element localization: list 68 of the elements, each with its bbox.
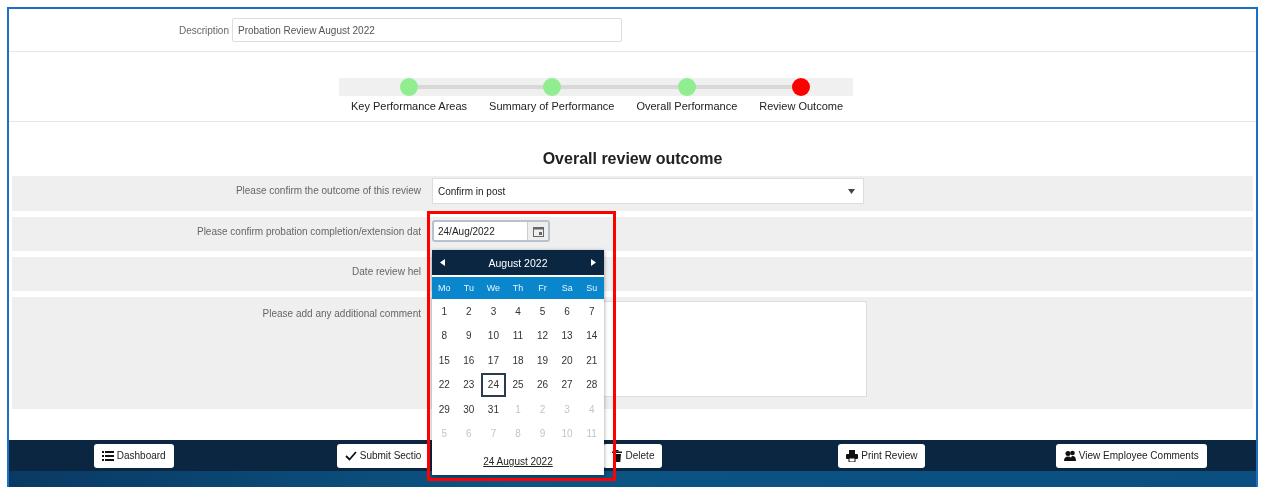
calendar-day[interactable]: 26 <box>530 372 555 397</box>
weekday-label: Mo <box>437 283 452 293</box>
calendar-day[interactable]: 9 <box>456 323 482 348</box>
users-icon <box>1063 449 1076 462</box>
calendar-day[interactable]: 10 <box>481 323 506 348</box>
action-button[interactable]: Submit Sectio <box>336 443 430 468</box>
step-label[interactable]: Review Outcome <box>759 100 844 112</box>
calendar-day[interactable]: 20 <box>554 348 580 373</box>
step-label[interactable]: Summary of Performance <box>489 100 615 112</box>
next-month-icon[interactable] <box>591 259 596 266</box>
calendar-day[interactable]: 1 <box>432 299 457 324</box>
printer-icon <box>846 449 859 462</box>
calendar-day[interactable]: 2 <box>456 299 482 324</box>
calendar-day[interactable]: 5 <box>530 299 555 324</box>
field-label: Please add any additional comment <box>261 307 422 319</box>
calendar-day[interactable]: 27 <box>554 372 580 397</box>
calendar-day[interactable]: 22 <box>432 372 457 397</box>
list-icon <box>101 449 114 462</box>
calendar-day[interactable]: 19 <box>530 348 555 373</box>
calendar-day[interactable]: 28 <box>579 372 604 397</box>
calendar-day[interactable]: 17 <box>481 348 506 373</box>
calendar-day[interactable]: 25 <box>505 372 531 397</box>
trash-icon <box>610 449 623 462</box>
calendar-day[interactable]: 15 <box>432 348 457 373</box>
month-title: August 2022 <box>488 256 548 269</box>
field-label: Description <box>177 24 230 36</box>
calendar-day[interactable]: 12 <box>530 323 555 348</box>
calendar-day[interactable]: 11 <box>505 323 531 348</box>
field-label: Please confirm probation completion/extension dat <box>195 225 422 237</box>
weekday-label: Fr <box>537 283 548 293</box>
step-label[interactable]: Overall Performance <box>636 100 738 112</box>
calendar-day[interactable]: 16 <box>456 348 482 373</box>
calendar-day[interactable]: 24 <box>481 372 506 397</box>
caret-icon <box>848 188 855 194</box>
calendar-day[interactable]: 30 <box>456 397 482 422</box>
action-button[interactable]: Print Review <box>838 443 926 468</box>
action-button[interactable]: Dashboard <box>93 443 174 468</box>
field-label: Date review hel <box>351 265 422 277</box>
section-heading: Overall review outcome <box>541 149 724 169</box>
weekday-label: Sa <box>560 283 574 293</box>
action-button[interactable]: Delete <box>602 443 663 468</box>
weekday-label: Su <box>585 283 599 293</box>
calendar-day[interactable]: 8 <box>432 323 457 348</box>
calendar-day[interactable]: 4 <box>505 299 531 324</box>
calendar-day[interactable]: 13 <box>554 323 580 348</box>
date-field[interactable]: 24/Aug/2022 <box>432 220 550 242</box>
calendar-day[interactable]: 18 <box>505 348 531 373</box>
previous-month-icon[interactable] <box>440 259 445 266</box>
weekday-label: We <box>485 283 502 293</box>
description-field[interactable]: Probation Review August 2022 <box>232 18 622 42</box>
calendar-day[interactable]: 31 <box>481 397 506 422</box>
comments-field[interactable] <box>601 301 867 397</box>
today-link[interactable]: 24 August 2022 <box>483 456 553 467</box>
step-label[interactable]: Key Performance Areas <box>350 100 468 112</box>
calendar-day[interactable]: 21 <box>579 348 604 373</box>
calendar-day[interactable]: 7 <box>579 299 604 324</box>
calendar-day[interactable]: 14 <box>579 323 604 348</box>
weekday-label: Tu <box>462 283 475 293</box>
calendar-day[interactable]: 23 <box>456 372 482 397</box>
check-icon <box>344 449 357 462</box>
calendar-icon[interactable] <box>532 225 544 237</box>
calendar-day[interactable]: 29 <box>432 397 457 422</box>
calendar-day[interactable]: 3 <box>481 299 506 324</box>
field-label: Please confirm the outcome of this review <box>234 184 422 196</box>
calendar-day[interactable]: 6 <box>554 299 580 324</box>
action-button[interactable]: View Employee Comments <box>1055 443 1207 468</box>
outcome-select[interactable]: Confirm in post <box>432 178 864 204</box>
weekday-label: Th <box>511 283 525 293</box>
